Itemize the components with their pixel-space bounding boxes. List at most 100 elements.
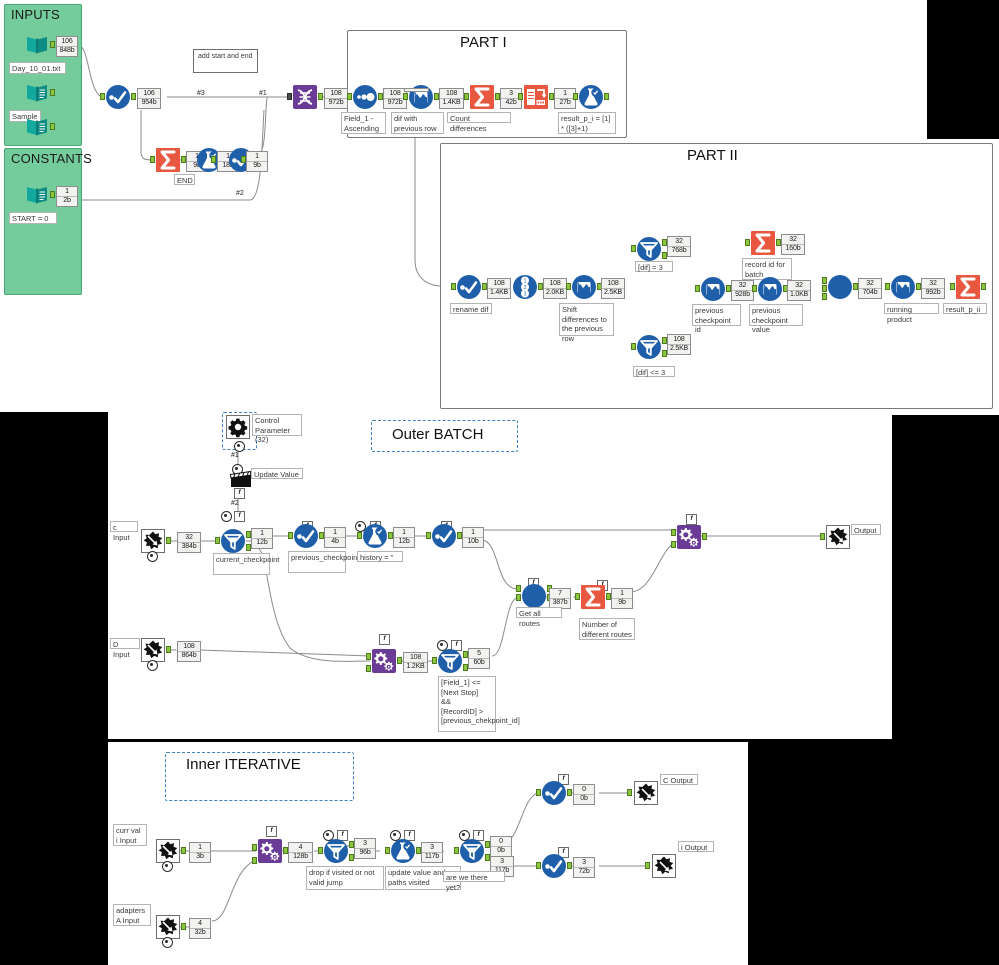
- size: 128b: [293, 853, 308, 860]
- control-parameter[interactable]: [225, 414, 251, 440]
- records: 4: [289, 844, 312, 853]
- macro-output-c-in-nub[interactable]: [627, 789, 632, 796]
- macro-input-c-out-nub[interactable]: [166, 537, 171, 544]
- summarize-routes[interactable]: [580, 584, 606, 610]
- filter-drop-visited[interactable]: [323, 838, 349, 864]
- recordid-tool[interactable]: [512, 274, 538, 300]
- filter-next-stop[interactable]: [437, 648, 463, 674]
- formula-result-pi[interactable]: [578, 84, 604, 110]
- macro-input-d-out-nub[interactable]: [166, 646, 171, 653]
- size: 384b: [181, 543, 197, 550]
- summarize-recid-count: 32 160b: [781, 234, 805, 255]
- records: 7: [550, 590, 570, 599]
- macro-final-out-nub[interactable]: [702, 533, 707, 540]
- macro-input-d-count: 108 864b: [177, 641, 201, 662]
- size: 27b: [559, 99, 571, 106]
- macro-output-i[interactable]: [651, 853, 677, 879]
- join-multiple[interactable]: [827, 274, 853, 300]
- formula-history-label: history = '': [357, 551, 403, 562]
- filter-there-yet-true-count: 0 0b: [490, 836, 512, 857]
- records: 0: [574, 786, 594, 795]
- input-unnamed[interactable]: [24, 80, 50, 106]
- filter-there-yet[interactable]: [459, 838, 485, 864]
- union-tool[interactable]: [105, 84, 131, 110]
- control-parameter-out-anchor[interactable]: [234, 441, 245, 452]
- workflow-canvas[interactable]: INPUTS CONSTANTS PART I PART II Outer BA…: [0, 0, 999, 965]
- summarize-recordid[interactable]: [750, 230, 776, 256]
- multirow-prev-val[interactable]: [757, 276, 783, 302]
- size: 864b: [181, 652, 197, 659]
- multirow-prev-id-count: 32 928b: [731, 280, 754, 301]
- macro-final[interactable]: [676, 524, 702, 550]
- filter-drop-visited-count: 3 96b: [354, 838, 376, 859]
- summarize-tool[interactable]: [155, 147, 181, 173]
- select-rename-count: 108 1.4KB: [487, 278, 511, 299]
- input-sample[interactable]: [24, 114, 50, 140]
- macro-input-currval-cog: [162, 861, 173, 872]
- macro-output[interactable]: [825, 524, 851, 550]
- input-day-file-out-nub[interactable]: [50, 41, 55, 48]
- size: 1.4KB: [489, 289, 509, 296]
- input-day-file[interactable]: [24, 32, 50, 58]
- join-get-routes-count: 7 387b: [549, 588, 571, 609]
- size: 2.5KB: [669, 345, 689, 352]
- macro-input-currval-out-nub[interactable]: [181, 847, 186, 854]
- input-start-count: 1 2b: [56, 186, 78, 207]
- filter-dif-eq3[interactable]: [636, 236, 662, 262]
- summarize-count[interactable]: [469, 84, 495, 110]
- multirow-running[interactable]: [890, 274, 916, 300]
- records: 1: [394, 529, 414, 538]
- records: 1: [612, 590, 632, 599]
- select-i-out[interactable]: [541, 853, 567, 879]
- select-rename-dif[interactable]: [456, 274, 482, 300]
- macro-iterative-out-nub[interactable]: [397, 657, 402, 664]
- filter-dif-le3[interactable]: [636, 334, 662, 360]
- macro-iterative[interactable]: [371, 648, 397, 674]
- summarize-result-pii[interactable]: [955, 274, 981, 300]
- datacleanse-tool[interactable]: [292, 84, 318, 110]
- size: 72b: [578, 868, 590, 875]
- wire-label-1: #1: [259, 90, 267, 97]
- macro-output-label: Output: [851, 524, 881, 535]
- macro-input-d-label: D Input: [110, 638, 140, 659]
- select-c-out[interactable]: [541, 780, 567, 806]
- select-prev-cp-count: 1 4b: [324, 527, 346, 548]
- summarize-pii-out-nub[interactable]: [981, 283, 986, 290]
- datacleanse-out-nub[interactable]: [318, 93, 323, 100]
- join-get-routes[interactable]: [521, 583, 547, 609]
- input-start[interactable]: [24, 182, 50, 208]
- macro-output-i-in-nub[interactable]: [645, 862, 650, 869]
- formula-update-count: 3 117b: [421, 842, 443, 863]
- input-unnamed-out-nub[interactable]: [50, 89, 55, 96]
- macro-input-adapters-out-nub[interactable]: [181, 923, 186, 930]
- comment-add-start-end[interactable]: add start and end: [193, 49, 258, 73]
- filter-next-stop-label: [Field_1] <= [Next Stop] && [RecordID] >…: [438, 676, 520, 732]
- input-start-out-nub[interactable]: [50, 191, 55, 198]
- size: 60b: [473, 659, 485, 666]
- records: 106: [57, 38, 77, 47]
- select-tool-2[interactable]: [431, 523, 457, 549]
- formula-pi-out-nub[interactable]: [604, 93, 609, 100]
- wire-label-3: #3: [197, 90, 205, 97]
- multirow-prev-id[interactable]: [700, 276, 726, 302]
- select-prev-cp-label: previous_checkpoint: [288, 551, 359, 573]
- union-tool-out-nub[interactable]: [131, 93, 136, 100]
- multirow-shift[interactable]: [571, 274, 597, 300]
- select-c-out-out-nub[interactable]: [567, 789, 572, 796]
- macro-output-c[interactable]: [633, 780, 659, 806]
- input-sample-out-nub[interactable]: [50, 123, 55, 130]
- records: 108: [440, 90, 463, 99]
- crosstab-tool[interactable]: [523, 84, 549, 110]
- size: 2b: [63, 197, 71, 204]
- formula-update[interactable]: [390, 838, 416, 864]
- select-i-out-out-nub[interactable]: [567, 862, 572, 869]
- part2-title: PART II: [687, 147, 738, 164]
- select-prev-cp[interactable]: [293, 523, 319, 549]
- sort-tool[interactable]: [352, 84, 378, 110]
- formula-history[interactable]: [362, 523, 388, 549]
- filter-current-cp[interactable]: [220, 528, 246, 554]
- formula-end-out-nub[interactable]: [211, 156, 216, 163]
- multirow-dif-count: [404, 88, 429, 92]
- multirow-dif-count2: 108 1.4KB: [439, 88, 464, 109]
- macro-joiner[interactable]: [257, 838, 283, 864]
